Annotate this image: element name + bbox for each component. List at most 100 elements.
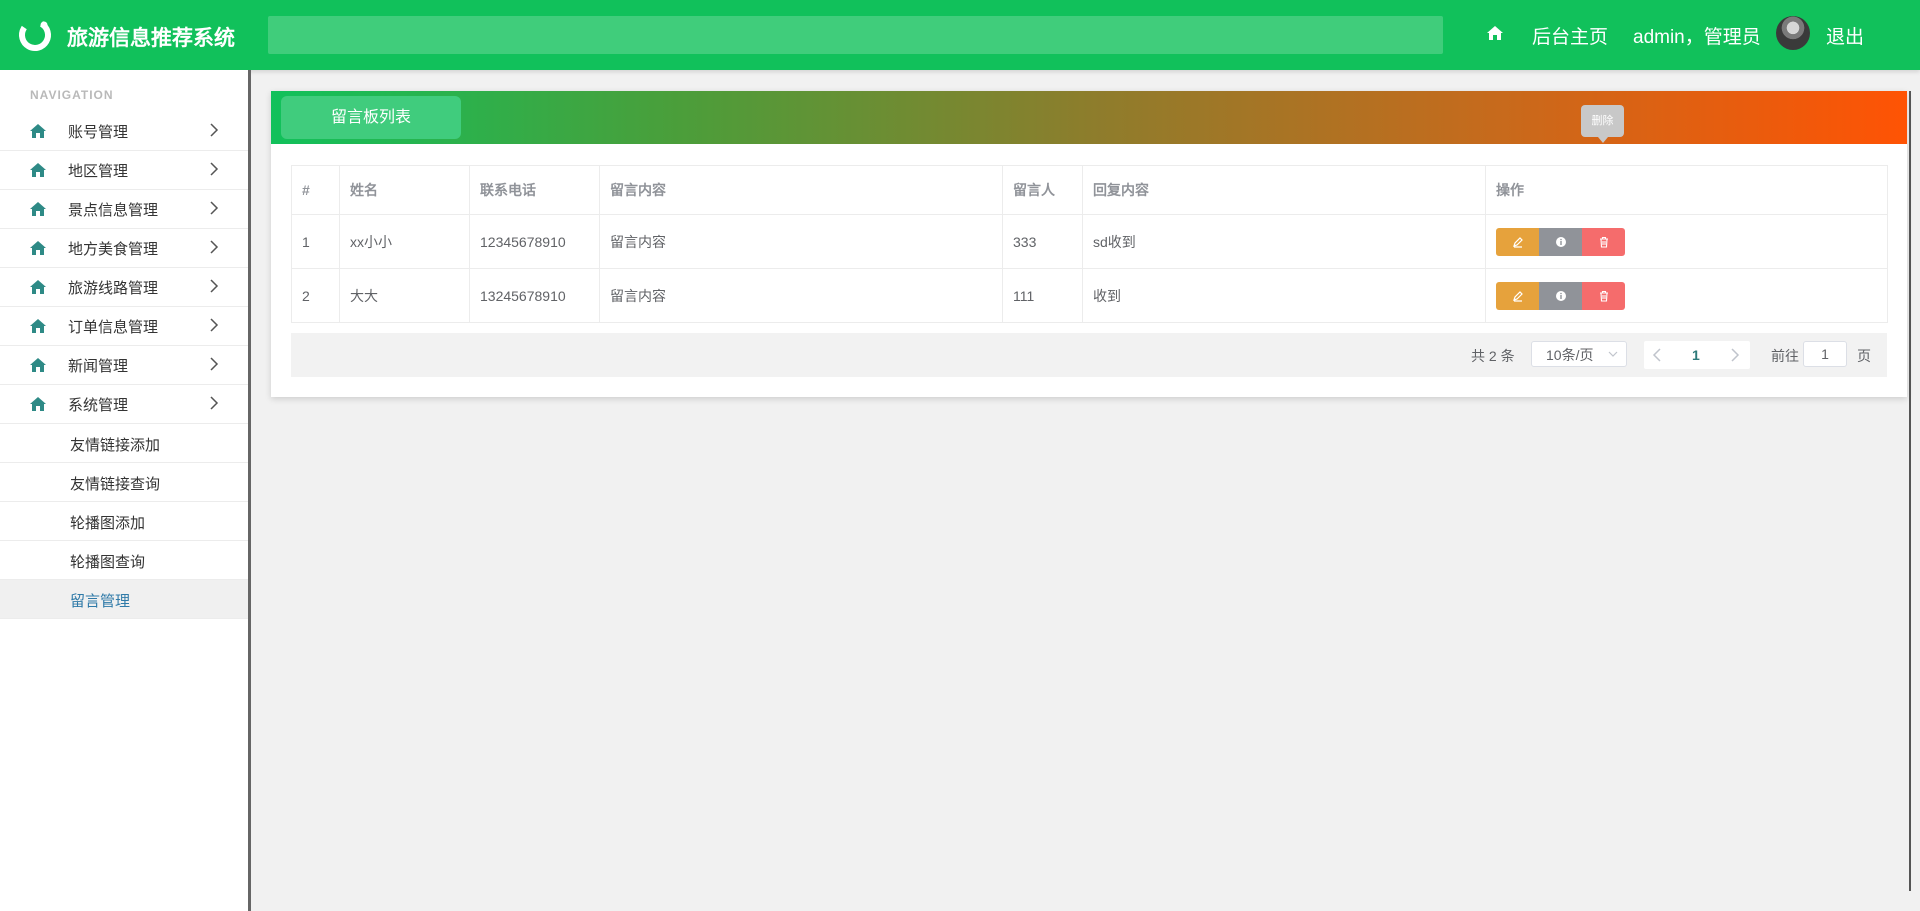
page-navigator: 1 bbox=[1644, 341, 1750, 369]
logout-link[interactable]: 退出 bbox=[1826, 22, 1864, 49]
info-icon bbox=[1555, 236, 1566, 247]
sidebar-item-label: 系统管理 bbox=[68, 397, 129, 414]
sidebar-item-label: 订单信息管理 bbox=[68, 319, 159, 336]
home-icon bbox=[30, 280, 46, 294]
cell-phone: 13245678910 bbox=[469, 268, 600, 323]
cell-content: 留言内容 bbox=[599, 268, 1003, 323]
table-row: 2 大大 13245678910 留言内容 111 收到 bbox=[291, 268, 1888, 323]
sidebar-item-orders[interactable]: 订单信息管理 bbox=[0, 307, 248, 346]
cell-reply: 收到 bbox=[1082, 268, 1486, 323]
column-header: # bbox=[291, 165, 340, 215]
goto-label: 前往 bbox=[1771, 348, 1799, 364]
detail-button[interactable] bbox=[1539, 227, 1582, 256]
goto-page-input[interactable] bbox=[1803, 341, 1847, 367]
sidebar-item-label: 旅游线路管理 bbox=[68, 280, 159, 297]
trash-icon bbox=[1599, 236, 1608, 248]
sidebar-item-label: 账号管理 bbox=[68, 124, 129, 141]
column-header: 留言人 bbox=[1002, 165, 1083, 215]
sidebar-item-scenic[interactable]: 景点信息管理 bbox=[0, 190, 248, 229]
message-table: # 姓名 联系电话 留言内容 留言人 回复内容 操作 1 xx小小 123456… bbox=[291, 165, 1888, 323]
delete-button[interactable] bbox=[1582, 227, 1625, 256]
column-header: 留言内容 bbox=[599, 165, 1003, 215]
trash-icon bbox=[1599, 290, 1608, 302]
sidebar-subitem-label: 留言管理 bbox=[70, 593, 131, 610]
home-icon bbox=[30, 241, 46, 255]
chevron-right-icon[interactable] bbox=[1730, 348, 1740, 362]
current-user: admin，管理员 bbox=[1633, 27, 1761, 48]
home-icon bbox=[30, 163, 46, 177]
sidebar-item-label: 新闻管理 bbox=[68, 358, 129, 375]
edit-button[interactable] bbox=[1496, 281, 1539, 310]
delete-tooltip: 删除 bbox=[1581, 105, 1624, 143]
column-header: 联系电话 bbox=[469, 165, 600, 215]
top-header: 旅游信息推荐系统 后台主页 admin，管理员 退出 bbox=[0, 0, 1920, 70]
pagination: 共 2 条 10条/页 1 前往 页 bbox=[291, 333, 1887, 377]
chevron-right-icon bbox=[210, 123, 219, 137]
cell-phone: 12345678910 bbox=[469, 214, 600, 269]
sidebar-subitem-friendlink-query[interactable]: 友情链接查询 bbox=[0, 463, 248, 502]
sidebar-item-route[interactable]: 旅游线路管理 bbox=[0, 268, 248, 307]
pagination-total: 共 2 条 bbox=[1471, 348, 1515, 364]
info-icon bbox=[1555, 290, 1566, 301]
home-icon[interactable] bbox=[1486, 24, 1504, 42]
header-search-bar[interactable] bbox=[268, 16, 1443, 54]
column-header: 姓名 bbox=[339, 165, 470, 215]
sidebar-subitem-label: 轮播图添加 bbox=[70, 515, 146, 532]
chevron-left-icon[interactable] bbox=[1652, 348, 1662, 362]
cell-reply: sd收到 bbox=[1082, 214, 1486, 269]
message-table-wrap: # 姓名 联系电话 留言内容 留言人 回复内容 操作 1 xx小小 123456… bbox=[291, 165, 1888, 323]
chevron-right-icon bbox=[210, 318, 219, 332]
delete-button[interactable] bbox=[1582, 281, 1625, 310]
app-title: 旅游信息推荐系统 bbox=[67, 27, 235, 50]
sidebar-item-account[interactable]: 账号管理 bbox=[0, 112, 248, 151]
column-header: 回复内容 bbox=[1082, 165, 1486, 215]
chevron-right-icon bbox=[210, 201, 219, 215]
sidebar-subitem-label: 轮播图查询 bbox=[70, 554, 146, 571]
cell-name: xx小小 bbox=[339, 214, 470, 269]
home-icon bbox=[30, 397, 46, 411]
cell-content: 留言内容 bbox=[599, 214, 1003, 269]
tab-message-list[interactable]: 留言板列表 bbox=[281, 96, 461, 139]
sidebar-subitem-carousel-add[interactable]: 轮播图添加 bbox=[0, 502, 248, 541]
panel-header: 留言板列表 bbox=[271, 91, 1907, 144]
sidebar-item-food[interactable]: 地方美食管理 bbox=[0, 229, 248, 268]
chevron-right-icon bbox=[210, 279, 219, 293]
page-size-value: 10条/页 bbox=[1546, 347, 1594, 363]
cell-index: 1 bbox=[291, 214, 340, 269]
home-icon bbox=[30, 358, 46, 372]
home-icon bbox=[30, 124, 46, 138]
sidebar-menu: 账号管理 地区管理 景点信息管理 地方美食管理 旅游线路管理 订单信息管理 新闻… bbox=[0, 112, 248, 619]
cell-author: 111 bbox=[1002, 268, 1083, 323]
edit-icon bbox=[1512, 236, 1523, 248]
avatar[interactable] bbox=[1776, 16, 1810, 50]
content-right-border bbox=[1909, 91, 1911, 891]
sidebar-item-label: 地方美食管理 bbox=[68, 241, 159, 258]
edit-button[interactable] bbox=[1496, 227, 1539, 256]
row-actions bbox=[1496, 281, 1877, 310]
sidebar: NAVIGATION 账号管理 地区管理 景点信息管理 地方美食管理 旅游线路管… bbox=[0, 70, 251, 911]
home-icon bbox=[30, 202, 46, 216]
sidebar-subitem-friendlink-add[interactable]: 友情链接添加 bbox=[0, 424, 248, 463]
sidebar-item-label: 地区管理 bbox=[68, 163, 129, 180]
sidebar-item-system[interactable]: 系统管理 bbox=[0, 385, 248, 424]
chevron-right-icon bbox=[210, 396, 219, 410]
admin-home-link[interactable]: 后台主页 bbox=[1532, 22, 1608, 49]
page-size-select[interactable]: 10条/页 bbox=[1531, 341, 1627, 367]
cell-actions bbox=[1485, 214, 1888, 269]
detail-button[interactable] bbox=[1539, 281, 1582, 310]
edit-icon bbox=[1512, 290, 1523, 302]
sidebar-item-region[interactable]: 地区管理 bbox=[0, 151, 248, 190]
cell-index: 2 bbox=[291, 268, 340, 323]
column-header: 操作 bbox=[1485, 165, 1888, 215]
sidebar-caption: NAVIGATION bbox=[30, 88, 114, 102]
sidebar-subitem-messages[interactable]: 留言管理 bbox=[0, 580, 248, 619]
sidebar-item-news[interactable]: 新闻管理 bbox=[0, 346, 248, 385]
table-row: 1 xx小小 12345678910 留言内容 333 sd收到 bbox=[291, 214, 1888, 269]
message-board-panel: 留言板列表 删除 # 姓名 联系电话 留言内容 留言人 回复内容 操作 1 xx… bbox=[271, 91, 1907, 397]
sidebar-subitem-label: 友情链接添加 bbox=[70, 437, 161, 454]
row-actions bbox=[1496, 227, 1877, 256]
page-number-current[interactable]: 1 bbox=[1692, 347, 1700, 363]
sidebar-subitem-carousel-query[interactable]: 轮播图查询 bbox=[0, 541, 248, 580]
cell-author: 333 bbox=[1002, 214, 1083, 269]
home-icon bbox=[30, 319, 46, 333]
